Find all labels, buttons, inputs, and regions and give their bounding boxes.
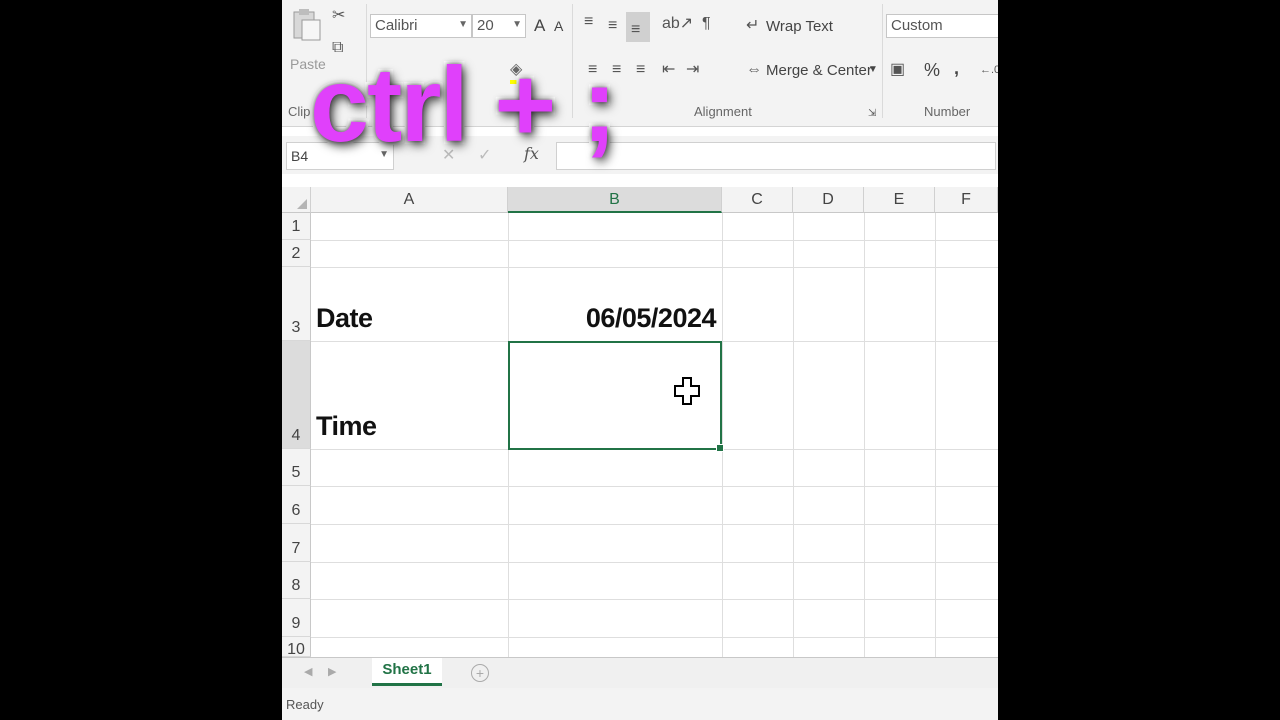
align-right-icon[interactable]: ≡ — [636, 62, 645, 78]
row-number: 7 — [291, 540, 301, 557]
status-text: Ready — [286, 697, 324, 712]
column-header-d[interactable]: D — [793, 187, 864, 213]
gridline — [864, 213, 865, 657]
comma-button[interactable]: , — [954, 58, 959, 79]
gridline — [311, 240, 998, 241]
row-number: 8 — [291, 577, 301, 594]
clipboard-group-label: Clip — [288, 104, 311, 119]
row-number: 3 — [291, 319, 301, 336]
shrink-font-button[interactable]: A — [554, 18, 563, 34]
row-number: 5 — [291, 464, 301, 481]
name-box-value: B4 — [291, 148, 309, 164]
font-size-select[interactable]: 20 ▼ — [472, 14, 526, 38]
align-top-icon[interactable]: ≡ — [584, 14, 593, 30]
sheet-tab-bar: ◀ ▶ Sheet1 + — [282, 657, 998, 688]
cut-icon[interactable]: ✂ — [332, 8, 345, 24]
row-header-3[interactable]: 3 — [282, 267, 311, 341]
row-header-4[interactable]: 4 — [282, 341, 311, 449]
increase-indent-icon[interactable]: ⇥ — [686, 62, 699, 78]
row-header-6[interactable]: 6 — [282, 486, 311, 524]
row-header-10[interactable]: 10 — [282, 637, 311, 657]
align-bottom-button[interactable]: ≡ — [626, 12, 650, 42]
select-all-button[interactable] — [282, 187, 311, 213]
dialog-launcher-icon[interactable]: ⇲ — [868, 106, 876, 122]
fill-handle[interactable] — [716, 444, 724, 452]
number-format-select[interactable]: Custom — [886, 14, 998, 38]
number-format-value: Custom — [891, 17, 943, 34]
merge-center-label: Merge & Center — [766, 62, 872, 79]
column-header-b[interactable]: B — [508, 187, 722, 213]
gridline — [311, 524, 998, 525]
grow-font-button[interactable]: A — [534, 16, 545, 36]
status-bar: Ready — [282, 688, 998, 720]
row-header-2[interactable]: 2 — [282, 240, 311, 267]
row-header-5[interactable]: 5 — [282, 449, 311, 486]
ribbon-separator — [882, 4, 883, 118]
currency-icon[interactable]: ▣ — [890, 62, 905, 78]
chevron-down-icon: ▼ — [458, 19, 468, 30]
wrap-text-label: Wrap Text — [766, 18, 833, 35]
gridline — [793, 213, 794, 657]
increase-decimal-icon[interactable]: ←.0 — [980, 62, 998, 78]
decrease-indent-icon[interactable]: ⇤ — [662, 62, 675, 78]
row-header-7[interactable]: 7 — [282, 524, 311, 562]
paste-icon[interactable] — [292, 6, 322, 42]
row-number: 6 — [291, 502, 301, 519]
gridline — [311, 637, 998, 638]
shortcut-caption: ctrl + ; — [307, 46, 620, 164]
gridline — [935, 213, 936, 657]
scroll-right-icon[interactable]: ▶ — [328, 665, 336, 678]
font-name-select[interactable]: Calibri ▼ — [370, 14, 472, 38]
percent-button[interactable]: % — [924, 60, 940, 81]
gridline — [311, 562, 998, 563]
row-number: 9 — [291, 615, 301, 632]
chevron-down-icon: ▼ — [868, 64, 878, 75]
merge-center-icon: ⇔ — [746, 61, 762, 78]
cell-b3[interactable]: 06/05/2024 — [510, 303, 717, 334]
row-number: 1 — [291, 218, 301, 235]
alignment-group-label: Alignment — [694, 104, 752, 119]
scroll-left-icon[interactable]: ◀ — [304, 665, 312, 678]
row-header-8[interactable]: 8 — [282, 562, 311, 599]
number-group-label: Number — [924, 104, 971, 119]
gridline — [311, 599, 998, 600]
worksheet-grid[interactable]: A B C D E F 1 2 3 4 5 6 7 8 9 10 Date 06… — [282, 187, 998, 657]
gridline — [722, 213, 723, 657]
align-middle-icon[interactable]: ≡ — [608, 18, 617, 34]
formula-input[interactable] — [556, 142, 996, 170]
align-bottom-icon: ≡ — [631, 21, 641, 38]
row-number: 4 — [291, 427, 301, 444]
font-size-value: 20 — [477, 17, 494, 34]
orientation-icon[interactable]: ab↗ — [662, 16, 693, 32]
row-number: 2 — [291, 245, 301, 262]
chevron-down-icon: ▼ — [512, 19, 522, 30]
row-header-9[interactable]: 9 — [282, 599, 311, 637]
text-direction-icon[interactable]: ¶ — [702, 16, 711, 32]
wrap-text-icon: ↵ — [746, 17, 760, 34]
font-name-value: Calibri — [375, 17, 418, 34]
cell-a4[interactable]: Time — [316, 411, 377, 442]
row-header-1[interactable]: 1 — [282, 213, 311, 240]
gridline — [311, 267, 998, 268]
column-header-c[interactable]: C — [722, 187, 793, 213]
cell-cursor-icon — [674, 377, 700, 405]
gridline — [311, 486, 998, 487]
add-sheet-icon[interactable]: + — [471, 664, 489, 682]
sheet-tab-sheet1[interactable]: Sheet1 — [372, 658, 442, 686]
column-header-f[interactable]: F — [935, 187, 998, 213]
row-number: 10 — [287, 641, 305, 657]
column-header-a[interactable]: A — [311, 187, 508, 213]
cell-a3[interactable]: Date — [316, 303, 373, 334]
column-header-e[interactable]: E — [864, 187, 935, 213]
